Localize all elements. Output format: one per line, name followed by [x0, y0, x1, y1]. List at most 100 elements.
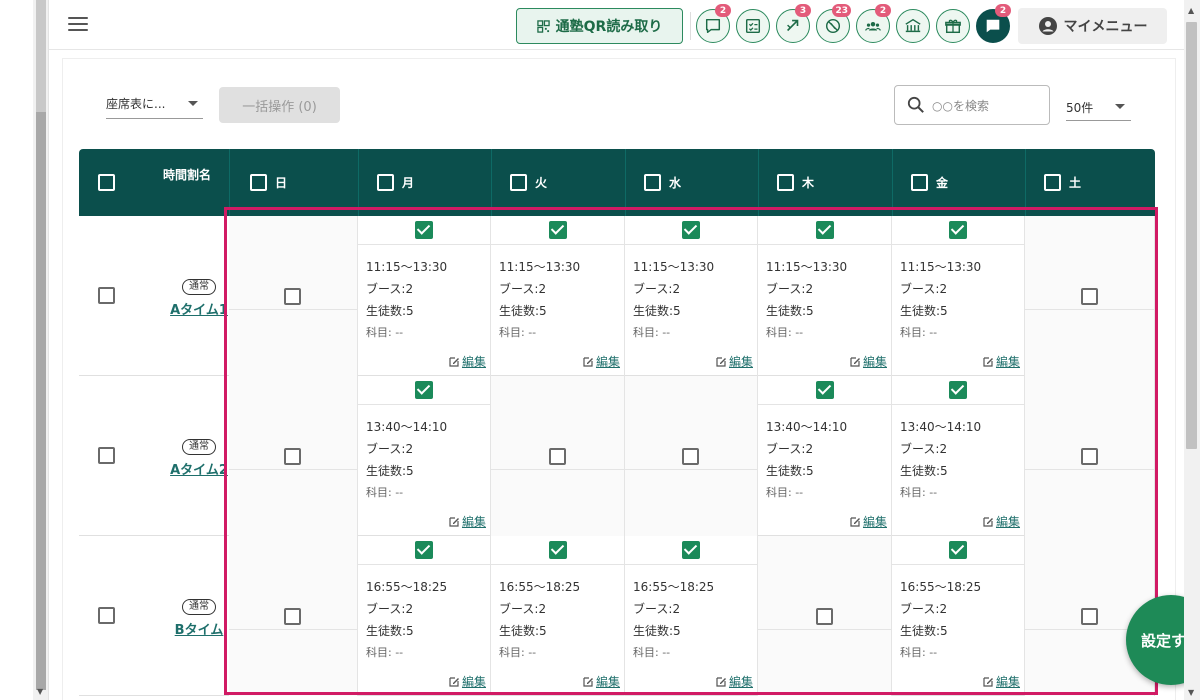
no-entry-icon[interactable]: 23 [816, 4, 851, 43]
gift-icon[interactable] [936, 9, 970, 43]
slot-checkbox-checked[interactable] [415, 541, 433, 559]
right-scrollbar[interactable]: ▲ ▼ [1184, 0, 1200, 700]
chat-badge: 2 [715, 4, 731, 17]
no-entry-badge: 23 [832, 4, 851, 17]
select-all-checkbox[interactable] [98, 149, 115, 216]
slot-checkbox-checked[interactable] [548, 221, 567, 239]
chat-icon[interactable]: 2 [696, 4, 731, 43]
slot-checkbox-checked[interactable] [815, 381, 834, 399]
slot-subject: 科目: -- [366, 326, 404, 339]
slot-edit-link[interactable]: 編集 [448, 513, 486, 530]
edit-label: 編集 [728, 355, 753, 369]
empty-cell-sun [229, 536, 358, 696]
message-icon[interactable]: 2 [976, 4, 1011, 43]
my-menu-button[interactable]: マイメニュー [1018, 8, 1167, 44]
slot-checkbox[interactable] [1080, 448, 1098, 465]
slot-edit-link[interactable]: 編集 [448, 353, 486, 370]
row-checkbox[interactable] [98, 447, 115, 464]
day-label-tue: 火 [535, 176, 548, 190]
edit-label: 編集 [461, 515, 486, 529]
slot-checkbox[interactable] [815, 608, 833, 625]
slot-cell-wed: 16:55〜18:25 ブース:2 生徒数:5 科目: -- 編集 [625, 536, 758, 696]
slot-checkbox-checked[interactable] [682, 541, 700, 559]
day-header-tue[interactable]: 火 [510, 149, 547, 216]
per-page-select[interactable]: 50件 [1066, 94, 1131, 121]
slot-checkbox[interactable] [1080, 608, 1098, 625]
qr-read-button[interactable]: 通塾QR読み取り [516, 8, 683, 44]
day-header-sun[interactable]: 日 [250, 149, 287, 216]
slot-edit-link[interactable]: 編集 [982, 673, 1020, 690]
school-icon[interactable] [896, 9, 930, 43]
day-header-fri[interactable]: 金 [911, 149, 948, 216]
slot-checkbox-checked[interactable] [682, 221, 700, 239]
left-scroll-thumb[interactable] [36, 112, 46, 690]
slot-checkbox-checked[interactable] [949, 381, 967, 399]
bulk-action-button[interactable]: 一括操作 (0) [219, 87, 340, 123]
slot-time: 13:40〜14:10 [900, 420, 982, 434]
search-placeholder: ○○を検索 [932, 98, 989, 113]
slot-enabled [758, 376, 891, 405]
cell-divider [229, 629, 357, 630]
slot-edit-link[interactable]: 編集 [582, 353, 620, 370]
slot-edit-link[interactable]: 編集 [715, 673, 753, 690]
scroll-up-arrow-icon[interactable]: ▲ [1188, 6, 1194, 15]
edit-icon [983, 516, 993, 527]
day-header-mon[interactable]: 月 [377, 149, 414, 216]
slot-checkbox[interactable] [284, 448, 301, 465]
slot-checkbox[interactable] [1080, 288, 1098, 305]
day-header-wed[interactable]: 水 [644, 149, 681, 216]
slot-checkbox-checked[interactable] [949, 221, 967, 239]
slot-edit-link[interactable]: 編集 [582, 673, 620, 690]
search-input[interactable]: ○○を検索 [894, 85, 1050, 125]
day-label-wed: 水 [669, 176, 682, 190]
hamburger-menu-icon[interactable] [68, 17, 88, 33]
slot-checkbox-checked[interactable] [415, 221, 433, 239]
slot-subject: 科目: -- [900, 646, 938, 659]
slot-time: 16:55〜18:25 [366, 580, 448, 594]
transfer-icon[interactable]: 3 [776, 4, 811, 43]
slot-edit-link[interactable]: 編集 [849, 353, 887, 370]
slot-checkbox[interactable] [548, 448, 566, 465]
slot-edit-link[interactable]: 編集 [982, 353, 1020, 370]
day-label-sat: 土 [1069, 176, 1082, 190]
edit-icon [583, 676, 593, 687]
slot-checkbox[interactable] [284, 608, 301, 625]
group-icon[interactable]: 2 [856, 4, 891, 43]
day-label-sun: 日 [275, 176, 288, 190]
slot-checkbox[interactable] [682, 448, 699, 465]
slot-cell-tue: 11:15〜13:30 ブース:2 生徒数:5 科目: -- 編集 [491, 216, 625, 376]
qr-code-icon [536, 19, 550, 33]
empty-cell-sat [1025, 376, 1155, 536]
left-scrollbar[interactable]: ▼ [33, 0, 49, 700]
slot-checkbox-checked[interactable] [548, 541, 567, 559]
slot-checkbox[interactable] [284, 288, 301, 305]
day-header-sat[interactable]: 土 [1044, 149, 1081, 216]
scroll-down-arrow-icon[interactable]: ▼ [1188, 688, 1194, 697]
slot-booth: ブース:2 [499, 602, 547, 616]
slot-students: 生徒数:5 [499, 624, 547, 638]
slot-checkbox-checked[interactable] [815, 221, 834, 239]
slot-edit-link[interactable]: 編集 [849, 513, 887, 530]
edit-icon [449, 356, 459, 367]
slot-cell-fri: 16:55〜18:25 ブース:2 生徒数:5 科目: -- 編集 [892, 536, 1025, 696]
right-scroll-thumb[interactable] [1186, 22, 1197, 449]
row-checkbox[interactable] [98, 287, 115, 304]
slot-time: 16:55〜18:25 [900, 580, 982, 594]
checklist-icon[interactable] [736, 9, 770, 43]
transfer-badge: 3 [795, 4, 811, 17]
slot-edit-link[interactable]: 編集 [715, 353, 753, 370]
seat-select[interactable]: 座席表に... [106, 92, 203, 119]
row-checkbox[interactable] [98, 607, 115, 624]
slot-edit-link[interactable]: 編集 [448, 673, 486, 690]
slot-enabled [358, 536, 490, 565]
scroll-down-arrow-icon[interactable]: ▼ [37, 687, 43, 696]
header-separator [491, 149, 492, 216]
slot-edit-link[interactable]: 編集 [982, 513, 1020, 530]
edit-label: 編集 [461, 355, 486, 369]
slot-enabled [758, 216, 891, 245]
slot-checkbox-checked[interactable] [415, 381, 433, 399]
slot-checkbox-checked[interactable] [949, 541, 967, 559]
day-header-thu[interactable]: 木 [777, 149, 814, 216]
edit-icon [716, 676, 726, 687]
qr-read-label: 通塾QR読み取り [555, 19, 663, 35]
